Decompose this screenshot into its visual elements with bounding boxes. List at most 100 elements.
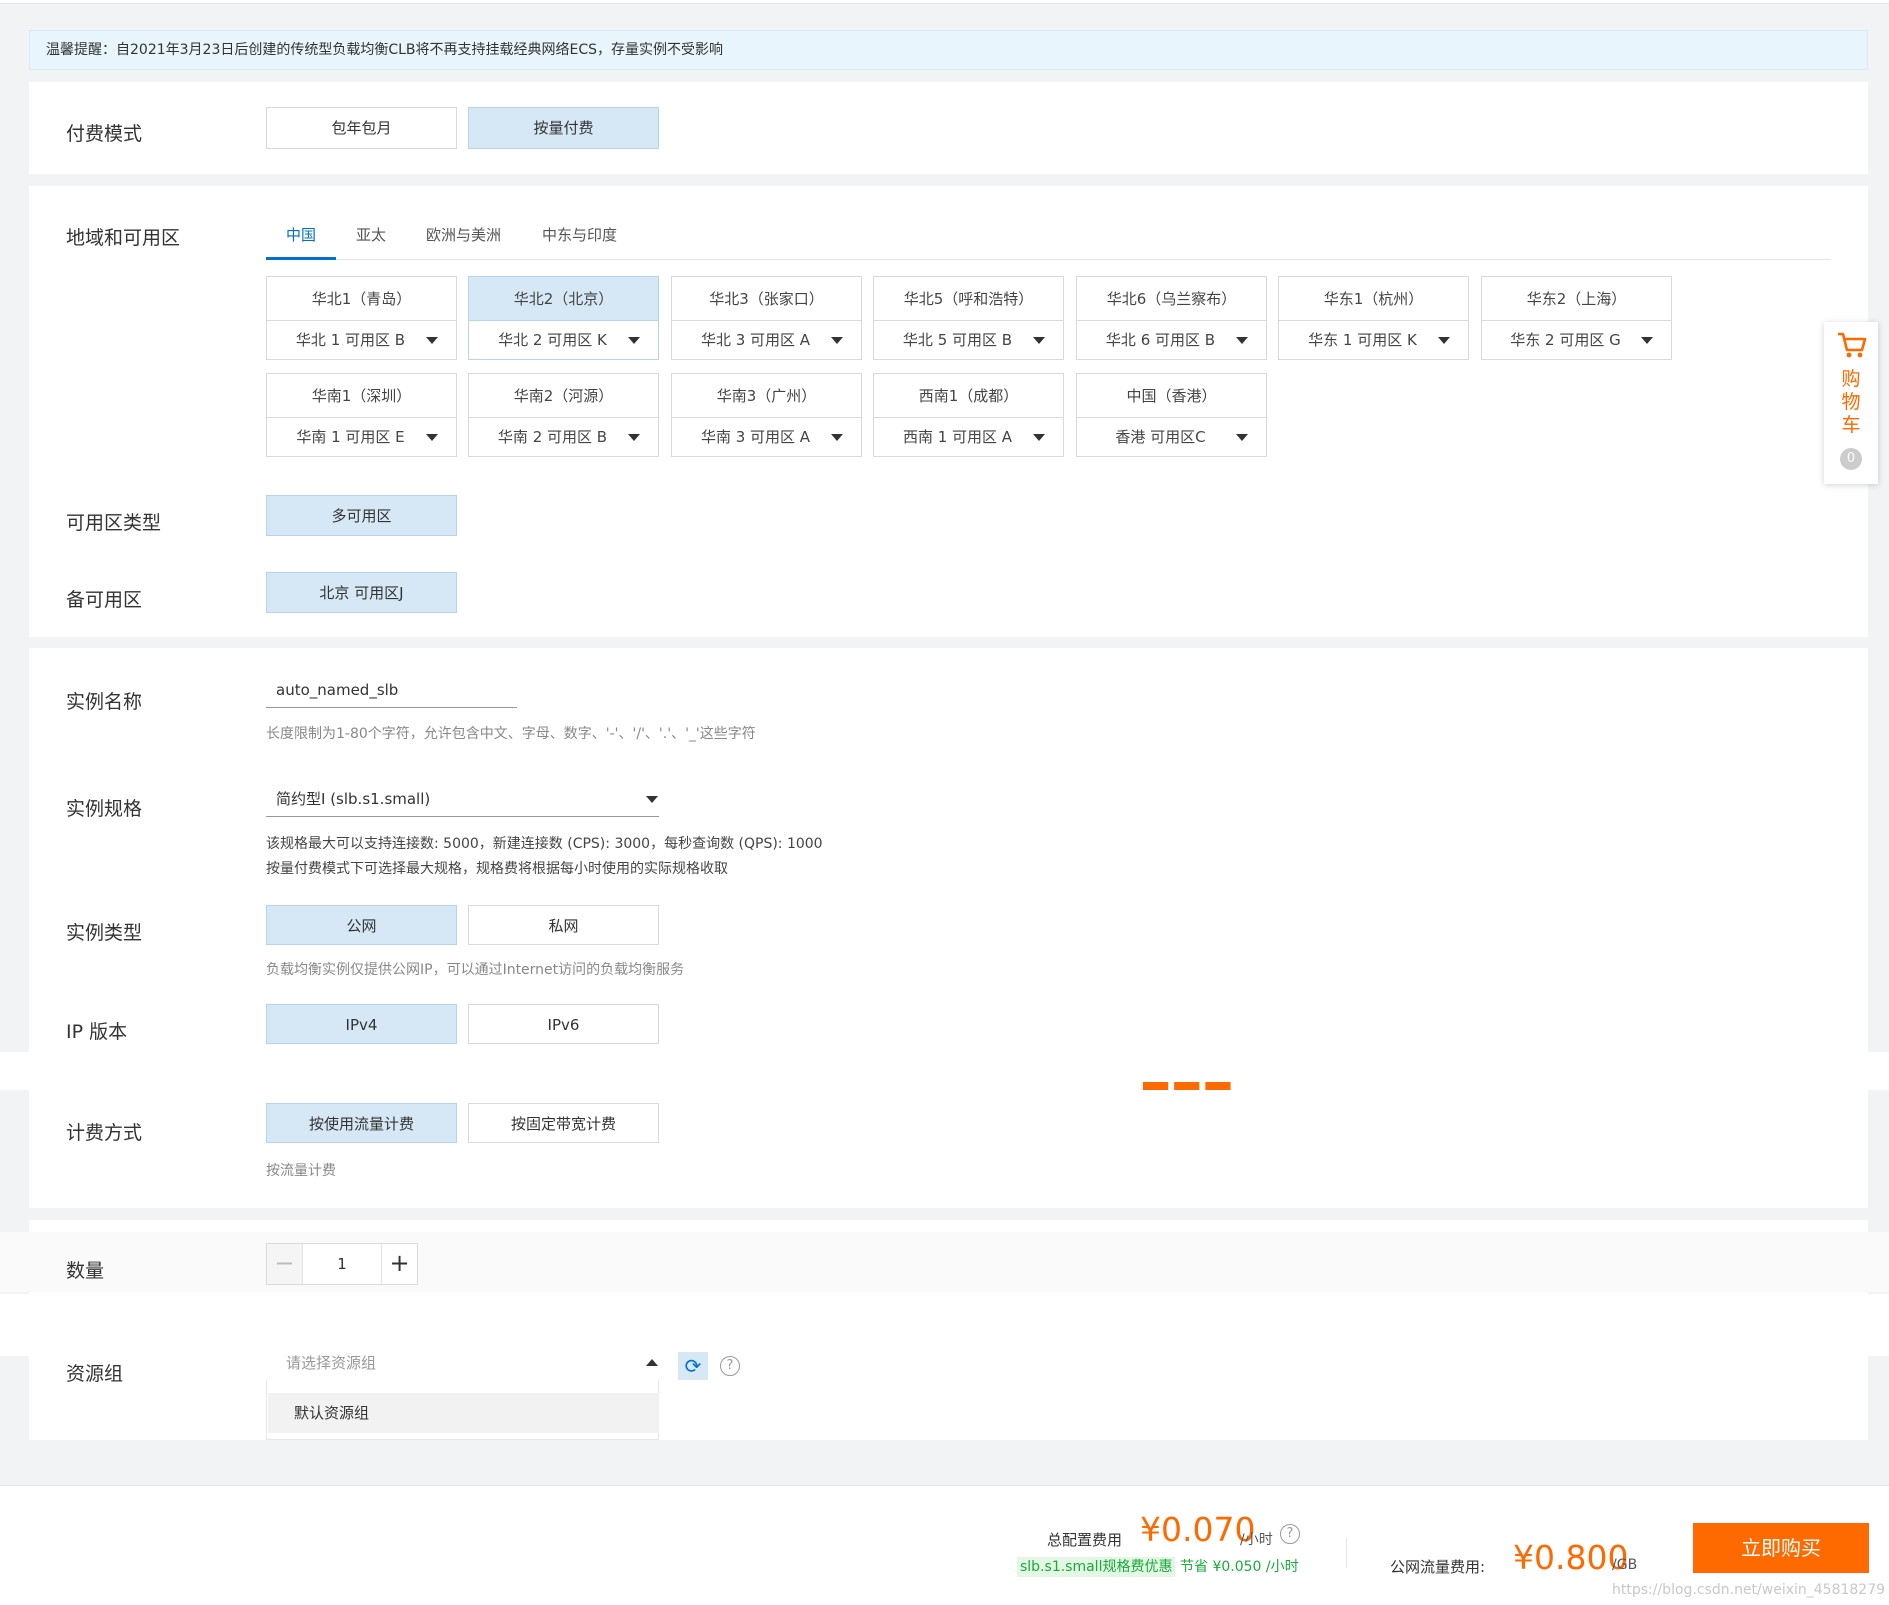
- region-card-item[interactable]: 华北1（青岛） 华北 1 可用区 B: [266, 276, 457, 360]
- tab-middle-east-india[interactable]: 中东与印度: [522, 218, 637, 260]
- zone-type-multi[interactable]: 多可用区: [266, 495, 457, 536]
- billing-mode-label: 付费模式: [66, 123, 143, 145]
- zone-select[interactable]: 香港 可用区C: [1077, 418, 1266, 456]
- region-name[interactable]: 华东1（杭州）: [1279, 277, 1468, 321]
- ip-version-ipv4[interactable]: IPv4: [266, 1004, 457, 1044]
- quantity-minus-button[interactable]: −: [267, 1244, 303, 1284]
- region-tabs: 中国 亚太 欧洲与美洲 中东与印度: [266, 218, 1831, 260]
- region-card-item[interactable]: 西南1（成都） 西南 1 可用区 A: [873, 373, 1064, 457]
- region-card-item[interactable]: 华北5（呼和浩特） 华北 5 可用区 B: [873, 276, 1064, 360]
- caret-down-icon: [1033, 337, 1045, 344]
- caret-down-icon: [628, 434, 640, 441]
- resource-group-dropdown: 默认资源组: [266, 1380, 659, 1440]
- instance-spec-select[interactable]: 简约型I (slb.s1.small): [266, 786, 659, 817]
- quantity-plus-button[interactable]: +: [381, 1244, 417, 1284]
- region-name[interactable]: 西南1（成都）: [874, 374, 1063, 418]
- caret-down-icon: [831, 434, 843, 441]
- region-name[interactable]: 华南1（深圳）: [267, 374, 456, 418]
- zone-select-label: 华北 6 可用区 B: [1105, 331, 1216, 349]
- region-card-item[interactable]: 华北2（北京） 华北 2 可用区 K: [468, 276, 659, 360]
- traffic-price-unit: /GB: [1612, 1557, 1638, 1573]
- instance-type-public[interactable]: 公网: [266, 905, 457, 945]
- charge-type-bandwidth[interactable]: 按固定带宽计费: [468, 1103, 659, 1143]
- tab-china[interactable]: 中国: [266, 218, 337, 260]
- caret-down-icon: [628, 337, 640, 344]
- instance-name-input[interactable]: auto_named_slb: [266, 678, 517, 708]
- zone-select-label: 西南 1 可用区 A: [902, 428, 1013, 446]
- ghost-price: ▬▬▬: [1140, 1082, 1240, 1090]
- zone-select[interactable]: 华北 2 可用区 K: [469, 321, 658, 359]
- caret-down-icon: [646, 796, 658, 803]
- zone-select[interactable]: 华北 6 可用区 B: [1077, 321, 1266, 359]
- region-name[interactable]: 华北1（青岛）: [267, 277, 456, 321]
- billing-option-payg[interactable]: 按量付费: [468, 107, 659, 149]
- region-card-item[interactable]: 华东2（上海） 华东 2 可用区 G: [1481, 276, 1672, 360]
- region-name[interactable]: 中国（香港）: [1077, 374, 1266, 418]
- region-name[interactable]: 华北6（乌兰察布）: [1077, 277, 1266, 321]
- zone-select-label: 华北 2 可用区 K: [498, 331, 607, 349]
- region-card-item[interactable]: 华北3（张家口） 华北 3 可用区 A: [671, 276, 862, 360]
- instance-type-label: 实例类型: [66, 922, 143, 944]
- buy-now-button[interactable]: 立即购买: [1693, 1523, 1869, 1573]
- zone-select[interactable]: 华东 1 可用区 K: [1279, 321, 1468, 359]
- ip-version-label: IP 版本: [66, 1021, 128, 1043]
- billing-option-subscription[interactable]: 包年包月: [266, 107, 457, 149]
- caret-down-icon: [831, 337, 843, 344]
- resource-group-option-default[interactable]: 默认资源组: [268, 1393, 659, 1433]
- ip-version-ipv6[interactable]: IPv6: [468, 1004, 659, 1044]
- quantity-stepper: − 1 +: [266, 1243, 418, 1285]
- backup-zone-option[interactable]: 北京 可用区J: [266, 572, 457, 613]
- zone-select-label: 华北 3 可用区 A: [700, 331, 811, 349]
- refresh-icon[interactable]: ⟳: [678, 1352, 708, 1380]
- instance-spec-desc-2: 按量付费模式下可选择最大规格，规格费将根据每小时使用的实际规格收取: [266, 861, 728, 877]
- region-name[interactable]: 华北5（呼和浩特）: [874, 277, 1063, 321]
- zone-select[interactable]: 华南 3 可用区 A: [672, 418, 861, 456]
- region-name[interactable]: 华南3（广州）: [672, 374, 861, 418]
- region-card-item[interactable]: 华南2（河源） 华南 2 可用区 B: [468, 373, 659, 457]
- scroll-artifact-strip-2: [0, 1294, 1889, 1356]
- question-icon[interactable]: ?: [720, 1356, 740, 1376]
- tab-apac[interactable]: 亚太: [336, 218, 406, 260]
- discount-tag: slb.s1.small规格费优惠: [1017, 1557, 1176, 1577]
- backup-zone-label: 备可用区: [66, 589, 143, 611]
- region-name[interactable]: 华北3（张家口）: [672, 277, 861, 321]
- region-name[interactable]: 华南2（河源）: [469, 374, 658, 418]
- zone-select[interactable]: 华北 1 可用区 B: [267, 321, 456, 359]
- region-card-item[interactable]: 华南3（广州） 华南 3 可用区 A: [671, 373, 862, 457]
- region-name[interactable]: 华北2（北京）: [469, 277, 658, 321]
- region-card-item[interactable]: 华东1（杭州） 华东 1 可用区 K: [1278, 276, 1469, 360]
- question-icon[interactable]: ?: [1280, 1524, 1300, 1544]
- instance-spec-label: 实例规格: [66, 798, 143, 820]
- charge-type-traffic[interactable]: 按使用流量计费: [266, 1103, 457, 1143]
- total-cost-label: 总配置费用: [1047, 1531, 1123, 1549]
- instance-type-private[interactable]: 私网: [468, 905, 659, 945]
- cart-widget[interactable]: 购物车 0: [1824, 322, 1878, 484]
- caret-up-icon: [646, 1359, 658, 1366]
- quantity-label: 数量: [66, 1260, 105, 1282]
- zone-select[interactable]: 华北 3 可用区 A: [672, 321, 861, 359]
- zone-type-label: 可用区类型: [66, 512, 162, 534]
- zone-select[interactable]: 西南 1 可用区 A: [874, 418, 1063, 456]
- zone-select[interactable]: 华东 2 可用区 G: [1482, 321, 1671, 359]
- region-card-item[interactable]: 华北6（乌兰察布） 华北 6 可用区 B: [1076, 276, 1267, 360]
- caret-down-icon: [1438, 337, 1450, 344]
- zone-select[interactable]: 华南 2 可用区 B: [469, 418, 658, 456]
- caret-down-icon: [1641, 337, 1653, 344]
- instance-spec-desc-1: 该规格最大可以支持连接数: 5000，新建连接数 (CPS): 3000，每秒查…: [266, 836, 823, 852]
- region-label: 地域和可用区: [66, 227, 181, 249]
- quantity-value[interactable]: 1: [303, 1244, 381, 1284]
- zone-select[interactable]: 华南 1 可用区 E: [267, 418, 456, 456]
- price-footer: 总配置费用 ¥0.070 /小时 ? slb.s1.small规格费优惠 节省 …: [0, 1485, 1889, 1605]
- region-card-item[interactable]: 中国（香港） 香港 可用区C: [1076, 373, 1267, 457]
- region-card-item[interactable]: 华南1（深圳） 华南 1 可用区 E: [266, 373, 457, 457]
- cart-count-badge: 0: [1840, 448, 1862, 470]
- caret-down-icon: [1033, 434, 1045, 441]
- cart-label: 购物车: [1841, 368, 1861, 436]
- resource-group-select[interactable]: 请选择资源组: [266, 1350, 659, 1381]
- zone-select-label: 华北 5 可用区 B: [902, 331, 1013, 349]
- tab-europe-americas[interactable]: 欧洲与美洲: [406, 218, 521, 260]
- region-name[interactable]: 华东2（上海）: [1482, 277, 1671, 321]
- caret-down-icon: [426, 434, 438, 441]
- zone-select[interactable]: 华北 5 可用区 B: [874, 321, 1063, 359]
- zone-select-label: 华北 1 可用区 B: [295, 331, 406, 349]
